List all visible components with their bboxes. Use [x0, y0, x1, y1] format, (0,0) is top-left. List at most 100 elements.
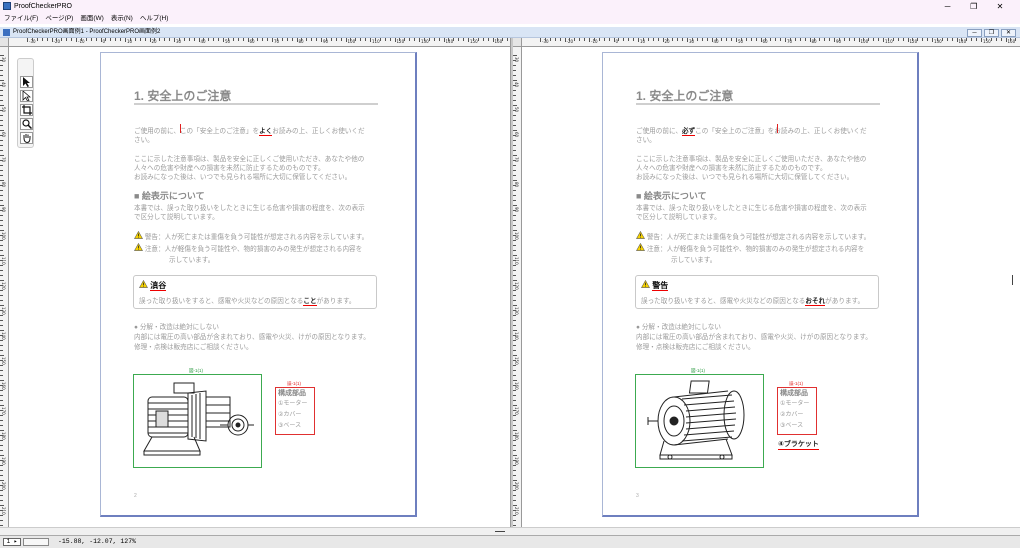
left-page: 1. 安全上のご注意 ご使用の前に、この「安全上のご注意」をよくお読みの上、正し…: [100, 52, 417, 517]
doc-minimize-button[interactable]: ─: [967, 29, 982, 37]
image-diff-box[interactable]: [635, 374, 764, 468]
ruler-tick: [513, 500, 516, 501]
diff-title[interactable]: 警告: [652, 281, 669, 291]
ruler-tick: [0, 455, 4, 456]
ruler-tick: [513, 435, 516, 436]
menu-page[interactable]: ページ(P): [41, 13, 76, 24]
diff-title[interactable]: 滇谷: [150, 281, 167, 291]
ruler-tick: [0, 285, 3, 286]
zoom-icon[interactable]: [20, 118, 33, 130]
maximize-button[interactable]: ❐: [962, 0, 986, 13]
ruler-tick: [0, 105, 4, 106]
ruler-tick: [760, 38, 762, 42]
ruler-tick: [0, 470, 3, 471]
parts-diff-box[interactable]: 構成部品 ①モーター ②カバー ③ベース: [275, 387, 315, 435]
ruler-tick: [110, 38, 112, 41]
page-field[interactable]: [23, 538, 49, 546]
ruler-tick: [276, 38, 278, 41]
ruler-tick: [809, 38, 811, 42]
ruler-tick: [513, 225, 516, 226]
ruler-tick: [540, 38, 541, 42]
direct-select-tool[interactable]: [20, 90, 33, 102]
ruler-tick: [296, 38, 298, 42]
close-button[interactable]: ✕: [988, 0, 1012, 13]
splitter-grip[interactable]: [495, 531, 505, 532]
ruler-tick: [428, 38, 430, 41]
diff-word[interactable]: こと: [303, 298, 317, 306]
ruler-corner: [0, 38, 9, 47]
vertical-ruler-right: 30 40 50 60 70 80 90 100 110 120 130 140 150 160 170 18…: [513, 47, 522, 527]
diff-word[interactable]: 必ず: [681, 128, 696, 136]
ruler-tick: [513, 415, 516, 416]
ruler-tick: [90, 38, 92, 41]
ruler-tick: [0, 80, 4, 81]
ruler-tick: [513, 400, 516, 401]
ruler-tick: [0, 480, 4, 481]
menu-file[interactable]: ファイル(F): [0, 13, 41, 24]
image-diff-box[interactable]: [133, 374, 262, 468]
diff-word[interactable]: おそれ: [805, 298, 826, 306]
doc-close-button[interactable]: ✕: [1001, 29, 1016, 37]
minimize-button[interactable]: ─: [936, 0, 960, 13]
added-part-diff[interactable]: ④ブラケット: [778, 439, 819, 450]
ruler-tick: [404, 38, 406, 41]
ruler-tick: [0, 510, 3, 511]
horizontal-ruler-left: -30 -20 -10 0 10 20 30 40 50 60 70 80 90 100 110 120 130…: [9, 38, 510, 47]
ruler-tick: [608, 38, 610, 41]
ruler-tick: [237, 38, 239, 41]
ruler-tick: [513, 520, 516, 521]
ruler-tick: [477, 38, 479, 41]
ruler-tick: [584, 38, 586, 41]
ruler-tick: [513, 115, 516, 116]
ruler-tick: [414, 38, 416, 41]
ruler-tick: [154, 38, 156, 41]
ruler-tick: [370, 38, 371, 42]
menu-help[interactable]: ヘルプ(H): [136, 13, 172, 24]
menu-view[interactable]: 表示(N): [107, 13, 136, 24]
ruler-tick: [770, 38, 772, 41]
ruler-tick: [502, 38, 504, 41]
section-title: ■ 絵表示について: [134, 191, 205, 201]
ruler-tick: [438, 38, 440, 41]
app-title: ProofCheckerPRO: [14, 3, 72, 10]
ruler-tick: [731, 38, 733, 41]
ruler-tick: [281, 38, 283, 41]
ruler-tick: [843, 38, 845, 41]
ruler-tick: [858, 38, 860, 42]
ruler-tick: [36, 38, 38, 41]
ruler-tick: [976, 38, 978, 41]
electric-motor-illustration: [647, 380, 745, 460]
ruler-tick: [513, 410, 516, 411]
ruler-tick: [513, 355, 517, 356]
ruler-tick: [0, 175, 3, 176]
ruler-tick: [419, 38, 420, 42]
ruler-tick: [883, 38, 884, 42]
ruler-tick: [559, 38, 561, 41]
ruler-tick: [513, 395, 516, 396]
ruler-tick: [0, 245, 3, 246]
ruler-tick: [513, 335, 516, 336]
ruler-tick: [0, 315, 3, 316]
horizontal-scrollbar[interactable]: [0, 527, 1020, 535]
hand-icon[interactable]: [20, 132, 33, 144]
ruler-tick: [0, 85, 3, 86]
parts-diff-box[interactable]: 構成部品 ①モーター ②カバー ③ベース: [777, 387, 817, 435]
ruler-tick: [0, 60, 3, 61]
ruler-tick: [513, 140, 516, 141]
intro-text-cont: さい。: [134, 137, 154, 144]
app-logo-icon: [3, 2, 11, 10]
parts-item: ①モーター: [278, 401, 308, 407]
vertical-splitter-grip[interactable]: [1012, 275, 1013, 285]
ruler-tick: [598, 38, 600, 41]
select-arrow-tool[interactable]: [20, 76, 33, 88]
crop-tool[interactable]: [20, 104, 33, 116]
ruler-tick: [0, 345, 3, 346]
doc-restore-button[interactable]: ❐: [984, 29, 999, 37]
ruler-tick: [513, 475, 516, 476]
page-nav-button[interactable]: 1 ▸: [3, 538, 21, 546]
ruler-tick: [785, 38, 786, 42]
ruler-tick: [513, 80, 517, 81]
menu-screen[interactable]: 画面(W): [76, 13, 106, 24]
pane-splitter[interactable]: [510, 38, 513, 528]
diff-word[interactable]: よく: [259, 128, 273, 136]
